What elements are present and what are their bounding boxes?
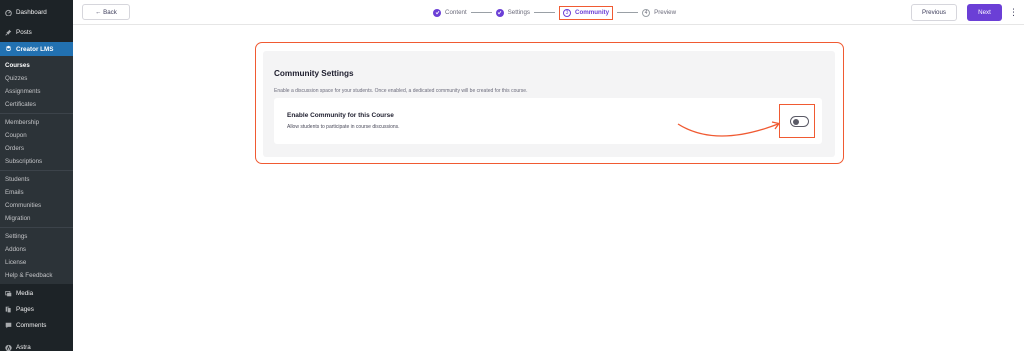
sidebar-item-quizzes[interactable]: Quizzes <box>0 72 73 85</box>
wizard-stepper: Content Settings 3 Community 4 Preview <box>433 5 676 20</box>
step-number: 4 <box>642 8 651 17</box>
sidebar-item-help-feedback[interactable]: Help & Feedback <box>0 269 73 282</box>
sidebar-item-license[interactable]: License <box>0 256 73 269</box>
sidebar-item-astra[interactable]: Astra <box>0 341 73 351</box>
previous-button[interactable]: Previous <box>911 4 957 21</box>
step-connector <box>617 12 639 13</box>
step-label: Community <box>575 9 610 16</box>
sidebar-item-membership[interactable]: Membership <box>0 116 73 129</box>
sidebar-item-addons[interactable]: Addons <box>0 243 73 256</box>
sidebar-item-media[interactable]: Media <box>0 287 73 300</box>
admin-sidebar: Dashboard Posts Creator LMS Courses Quiz… <box>0 0 73 351</box>
step-label: Content <box>445 9 467 16</box>
sidebar-item-dashboard[interactable]: Dashboard <box>0 6 73 19</box>
sidebar-item-creator-lms[interactable]: Creator LMS <box>0 42 73 56</box>
sidebar-item-courses[interactable]: Courses <box>0 59 73 72</box>
step-number: 3 <box>563 8 572 17</box>
back-button[interactable]: ← Back <box>82 4 130 20</box>
sidebar-item-students[interactable]: Students <box>0 173 73 186</box>
sidebar-item-migration[interactable]: Migration <box>0 212 73 225</box>
section-title: Community Settings <box>274 69 354 78</box>
creator-lms-icon <box>5 45 12 54</box>
toggle-knob <box>793 118 799 125</box>
dashboard-icon <box>5 9 12 16</box>
next-button[interactable]: Next <box>967 4 1002 21</box>
sidebar-item-settings[interactable]: Settings <box>0 230 73 243</box>
sidebar-item-comments[interactable]: Comments <box>0 319 73 332</box>
sidebar-item-label: Creator LMS <box>16 45 54 53</box>
astra-icon <box>5 344 12 351</box>
pages-icon <box>5 306 12 313</box>
sidebar-item-communities[interactable]: Communities <box>0 199 73 212</box>
toggle-description: Allow students to participate in course … <box>287 124 400 130</box>
sidebar-item-posts[interactable]: Posts <box>0 26 73 39</box>
step-community[interactable]: 3 Community <box>559 5 614 20</box>
media-icon <box>5 290 12 297</box>
divider <box>0 227 73 228</box>
sidebar-item-subscriptions[interactable]: Subscriptions <box>0 155 73 168</box>
sidebar-submenu: Courses Quizzes Assignments Certificates… <box>0 56 73 284</box>
step-connector <box>470 12 492 13</box>
toggle-title: Enable Community for this Course <box>287 112 394 119</box>
step-preview[interactable]: 4 Preview <box>642 8 677 17</box>
step-connector <box>534 12 556 13</box>
sidebar-item-label: Dashboard <box>16 9 47 16</box>
step-label: Preview <box>654 9 677 16</box>
sidebar-item-pages[interactable]: Pages <box>0 303 73 316</box>
wizard-topbar: ← Back Content Settings 3 Community 4 Pr… <box>73 0 1024 25</box>
step-settings[interactable]: Settings <box>495 8 531 17</box>
sidebar-item-label: Pages <box>16 306 34 313</box>
check-icon <box>495 8 504 17</box>
sidebar-item-orders[interactable]: Orders <box>0 142 73 155</box>
sidebar-item-certificates[interactable]: Certificates <box>0 98 73 111</box>
sidebar-item-assignments[interactable]: Assignments <box>0 85 73 98</box>
sidebar-item-coupon[interactable]: Coupon <box>0 129 73 142</box>
divider <box>0 170 73 171</box>
sidebar-item-label: Astra <box>16 344 31 351</box>
enable-community-toggle[interactable] <box>790 116 809 127</box>
more-options-icon[interactable]: ⋮ <box>1009 6 1018 19</box>
pin-icon <box>5 29 12 36</box>
sidebar-item-label: Posts <box>16 29 32 36</box>
check-icon <box>433 8 441 17</box>
step-label: Settings <box>507 9 531 16</box>
step-content[interactable]: Content <box>433 8 467 17</box>
sidebar-item-label: Comments <box>16 322 47 329</box>
sidebar-item-label: Media <box>16 290 34 297</box>
comment-icon <box>5 322 12 329</box>
divider <box>0 113 73 114</box>
annotation-arrow <box>677 121 781 137</box>
section-description: Enable a discussion space for your stude… <box>274 88 528 94</box>
sidebar-item-emails[interactable]: Emails <box>0 186 73 199</box>
